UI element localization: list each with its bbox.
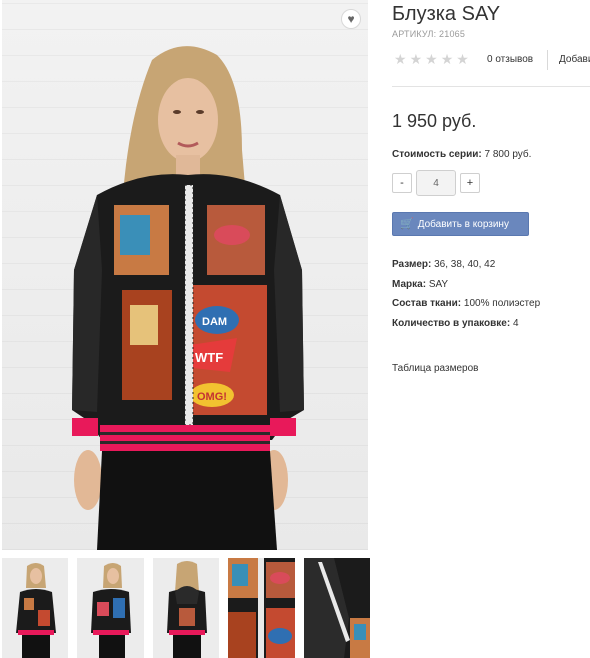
size-table-link[interactable]: Таблица размеров: [392, 363, 478, 374]
property-brand: Марка: SAY: [392, 278, 449, 290]
cart-icon: 🛒: [400, 217, 414, 230]
quantity-stepper: - +: [392, 170, 480, 196]
thumbnail-front[interactable]: [2, 558, 69, 658]
quantity-decrease-button[interactable]: -: [392, 173, 412, 193]
product-title: Блузка SAY: [392, 3, 501, 25]
rating-stars[interactable]: ★ ★ ★ ★ ★: [394, 52, 469, 66]
thumbnail-detail-hood[interactable]: [303, 558, 371, 658]
thumbnail-back[interactable]: [152, 558, 220, 658]
svg-text:DAM: DAM: [202, 316, 227, 328]
main-product-photo[interactable]: DAM WTF OMG! ♥: [2, 0, 368, 550]
svg-text:OMG!: OMG!: [197, 391, 227, 403]
thumbnail-gallery: [2, 558, 371, 658]
reviews-count-link[interactable]: 0 отзывов: [487, 54, 533, 65]
star-icon[interactable]: ★: [394, 52, 407, 66]
add-to-cart-button[interactable]: 🛒 Добавить в корзину: [392, 212, 529, 236]
property-pack-quantity: Количество в упаковке: 4: [392, 318, 519, 330]
series-cost-label: Стоимость серии:: [392, 149, 482, 160]
thumbnail-side[interactable]: [77, 558, 144, 658]
product-properties: Размер: 36, 38, 40, 42 Марка: SAY Состав…: [392, 259, 540, 338]
heart-icon: ♥: [347, 12, 355, 26]
add-to-cart-label: Добавить в корзину: [417, 218, 509, 230]
quantity-input[interactable]: [416, 170, 456, 196]
star-icon[interactable]: ★: [410, 52, 423, 66]
product-sku: АРТИКУЛ: 21065: [392, 29, 466, 39]
star-icon[interactable]: ★: [456, 52, 469, 66]
series-cost-value: 7 800 руб.: [484, 149, 532, 160]
property-size: Размер: 36, 38, 40, 42: [392, 259, 496, 270]
thumbnail-detail-print[interactable]: [228, 558, 295, 658]
product-info-panel: Блузка SAY АРТИКУЛ: 21065 ★ ★ ★ ★ ★ 0 от…: [392, 0, 590, 658]
divider: [392, 86, 590, 87]
wishlist-heart-button[interactable]: ♥: [341, 9, 361, 29]
series-cost: Стоимость серии: 7 800 руб.: [392, 149, 531, 160]
model-photo-illustration: DAM WTF OMG!: [72, 46, 304, 550]
star-icon[interactable]: ★: [425, 52, 438, 66]
divider: [547, 50, 548, 70]
property-fabric: Состав ткани: 100% полиэстер: [392, 298, 541, 310]
svg-text:WTF: WTF: [195, 350, 223, 365]
quantity-increase-button[interactable]: +: [460, 173, 480, 193]
add-review-link[interactable]: Добавить отзыв: [559, 54, 590, 65]
star-icon[interactable]: ★: [441, 52, 454, 66]
product-price: 1 950 руб.: [392, 111, 477, 131]
